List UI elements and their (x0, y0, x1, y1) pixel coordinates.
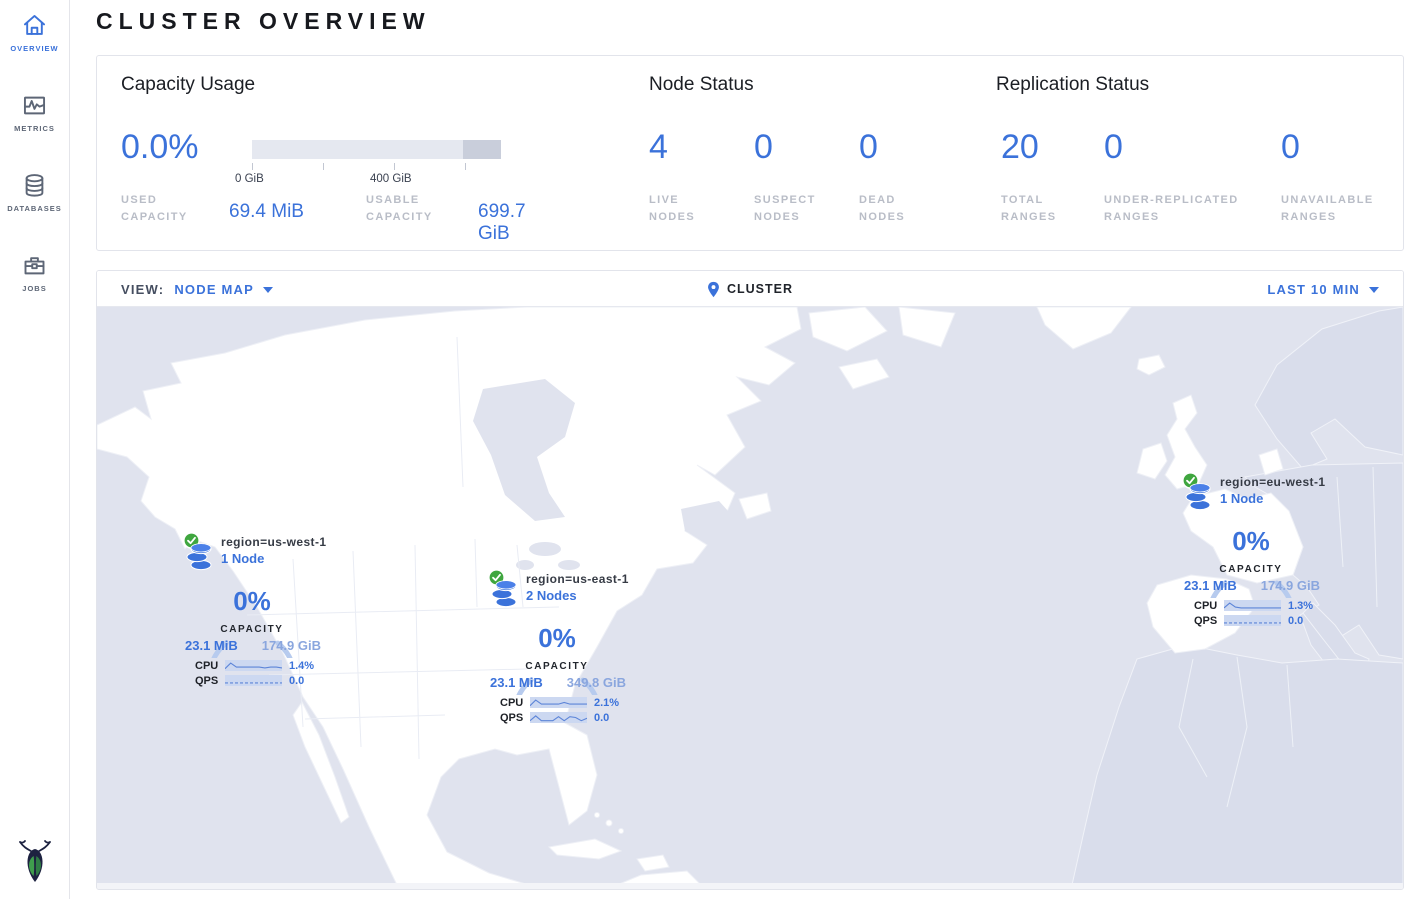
gauge-capacity-label: CAPACITY (509, 661, 605, 672)
page-title: CLUSTER OVERVIEW (96, 8, 431, 35)
qps-sparkline (530, 712, 587, 723)
gauge-capacity-label: CAPACITY (1203, 564, 1299, 575)
region-name[interactable]: region=us-east-1 (526, 572, 629, 586)
capacity-usage-section: Capacity Usage 0.0% 0 GiB 400 GiB USED C… (121, 56, 561, 250)
total-ranges-count: 20 (1001, 128, 1039, 166)
sidebar-item-label: OVERVIEW (0, 44, 69, 53)
cpu-value: 1.3% (1288, 600, 1313, 612)
region-total-capacity: 174.9 GiB (1261, 578, 1320, 593)
region-total-capacity: 174.9 GiB (262, 638, 321, 653)
databases-icon (21, 172, 48, 199)
cpu-sparkline (225, 660, 282, 671)
region-used-capacity: 23.1 MiB (490, 675, 543, 690)
dead-nodes-count: 0 (859, 128, 878, 166)
breadcrumb-cluster: CLUSTER (727, 282, 793, 296)
region-name[interactable]: region=eu-west-1 (1220, 475, 1325, 489)
map-footer-strip (97, 883, 1403, 889)
cpu-value: 2.1% (594, 697, 619, 709)
cpu-sparkline (1224, 600, 1281, 611)
gauge-percent: 0% (204, 586, 300, 617)
jobs-icon (21, 252, 48, 279)
suspect-nodes-label: SUSPECT NODES (754, 192, 834, 226)
used-capacity-label: USED CAPACITY (121, 192, 205, 226)
capacity-bar-reserved-segment (463, 140, 501, 159)
sidebar-item-label: METRICS (0, 124, 69, 133)
region-marker: region=us-west-11 Node0%CAPACITY23.1 MiB… (177, 532, 327, 694)
node-status-title: Node Status (649, 74, 754, 96)
summary-card: Capacity Usage 0.0% 0 GiB 400 GiB USED C… (96, 55, 1404, 251)
qps-label: QPS (195, 675, 225, 687)
qps-value: 0.0 (289, 675, 304, 687)
replication-status-title: Replication Status (996, 74, 1149, 96)
used-capacity-value: 69.4 MiB (229, 201, 304, 223)
view-bar: VIEW: NODE MAP CLUSTER LAST 10 MIN (97, 271, 1403, 307)
breadcrumb[interactable]: CLUSTER (97, 271, 1403, 307)
capacity-bar (252, 140, 501, 159)
unavailable-ranges-count: 0 (1281, 128, 1300, 166)
region-used-capacity: 23.1 MiB (1184, 578, 1237, 593)
live-nodes-label: LIVE NODES (649, 192, 719, 226)
capacity-used-percent: 0.0% (121, 128, 199, 166)
chevron-down-icon (1369, 287, 1379, 293)
region-name[interactable]: region=us-west-1 (221, 535, 326, 549)
sidebar-item-jobs[interactable]: JOBS (0, 252, 69, 293)
qps-label: QPS (1194, 615, 1224, 627)
qps-value: 0.0 (594, 712, 609, 724)
replication-status-section: Replication Status 20 0 0 TOTAL RANGES U… (996, 56, 1396, 250)
under-replicated-ranges-count: 0 (1104, 128, 1123, 166)
node-status-section: Node Status 4 0 0 LIVE NODES SUSPECT NOD… (649, 56, 979, 250)
main-content: CLUSTER OVERVIEW Capacity Usage 0.0% 0 G… (70, 0, 1418, 899)
gauge-percent: 0% (509, 623, 605, 654)
time-range-value: LAST 10 MIN (1267, 282, 1360, 297)
cpu-label: CPU (500, 697, 530, 709)
dead-nodes-label: DEAD NODES (859, 192, 929, 226)
cpu-sparkline (530, 697, 587, 708)
location-pin-icon (707, 281, 720, 298)
qps-sparkline (225, 675, 282, 686)
capacity-axis-tick: 400 GiB (370, 173, 412, 185)
region-used-capacity: 23.1 MiB (185, 638, 238, 653)
gauge-percent: 0% (1203, 526, 1299, 557)
cpu-label: CPU (1194, 600, 1224, 612)
suspect-nodes-count: 0 (754, 128, 773, 166)
gauge-capacity-label: CAPACITY (204, 624, 300, 635)
sidebar: OVERVIEW METRICS DATABASES JOBS (0, 0, 70, 899)
sidebar-item-overview[interactable]: OVERVIEW (0, 12, 69, 53)
sidebar-item-metrics[interactable]: METRICS (0, 92, 69, 133)
region-total-capacity: 349.8 GiB (567, 675, 626, 690)
usable-capacity-label: USABLE CAPACITY (366, 192, 450, 226)
unavailable-ranges-label: UNAVAILABLE RANGES (1281, 192, 1391, 226)
usable-capacity-value: 699.7 GiB (478, 201, 561, 245)
capacity-usage-title: Capacity Usage (121, 74, 255, 96)
region-marker: region=us-east-12 Nodes0%CAPACITY23.1 Mi… (482, 569, 632, 731)
home-icon (21, 12, 48, 39)
time-range-dropdown[interactable]: LAST 10 MIN (1267, 282, 1379, 297)
qps-label: QPS (500, 712, 530, 724)
cockroachdb-logo[interactable] (0, 836, 69, 891)
qps-value: 0.0 (1288, 615, 1303, 627)
qps-sparkline (1224, 615, 1281, 626)
cpu-label: CPU (195, 660, 225, 672)
capacity-axis-tick: 0 GiB (235, 173, 264, 185)
node-map: region=us-west-11 Node0%CAPACITY23.1 MiB… (97, 307, 1403, 885)
node-map-card: VIEW: NODE MAP CLUSTER LAST 10 MIN (96, 270, 1404, 890)
live-nodes-count: 4 (649, 128, 668, 166)
sidebar-item-label: JOBS (0, 284, 69, 293)
total-ranges-label: TOTAL RANGES (1001, 192, 1071, 226)
sidebar-item-databases[interactable]: DATABASES (0, 172, 69, 213)
cpu-value: 1.4% (289, 660, 314, 672)
metrics-icon (21, 92, 48, 119)
sidebar-item-label: DATABASES (0, 204, 69, 213)
region-marker: region=eu-west-11 Node0%CAPACITY23.1 MiB… (1176, 472, 1326, 634)
under-replicated-ranges-label: UNDER-REPLICATED RANGES (1104, 192, 1264, 226)
